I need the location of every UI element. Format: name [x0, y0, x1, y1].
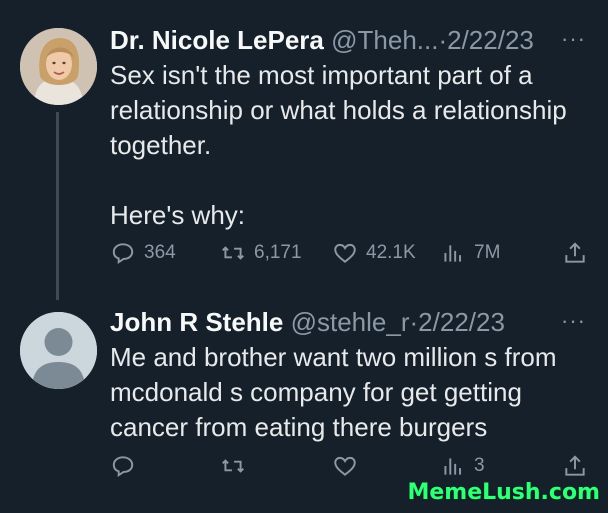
- more-options-button[interactable]: ···: [561, 26, 586, 52]
- views-icon: [444, 458, 462, 475]
- avatar-default[interactable]: [20, 312, 97, 389]
- retweet-count: 6,171: [254, 242, 302, 263]
- tweet-text: Sex isn't the most important part of a r…: [110, 58, 590, 233]
- views-button[interactable]: 3: [440, 453, 485, 479]
- tweet-date[interactable]: 2/22/23: [418, 307, 505, 337]
- retweet-icon: [222, 246, 244, 260]
- tweet-paragraph: Me and brother want two million s from m…: [110, 342, 557, 442]
- tweet-header: Dr. Nicole LePera @Theh...·2/22/23: [110, 25, 588, 55]
- author-name[interactable]: Dr. Nicole LePera: [110, 25, 324, 55]
- tweet-actions: 364 6,171 42.1K 7M: [110, 240, 588, 270]
- share-icon: [565, 455, 585, 476]
- share-button[interactable]: [562, 453, 588, 479]
- retweet-icon: [222, 459, 244, 473]
- avatar-nicole-lepera[interactable]: [20, 28, 97, 105]
- reply-button[interactable]: [110, 453, 136, 479]
- tweet-actions: 3: [110, 453, 588, 483]
- reply-icon: [112, 456, 134, 478]
- retweet-button[interactable]: 6,171: [220, 240, 302, 266]
- heart-icon: [334, 456, 356, 476]
- like-button[interactable]: 42.1K: [332, 240, 416, 266]
- heart-icon: [334, 243, 356, 263]
- reply-button[interactable]: 364: [110, 240, 176, 266]
- separator: ·: [438, 25, 448, 55]
- retweet-button[interactable]: [220, 453, 246, 479]
- tweet-header: John R Stehle @stehle_r·2/22/23: [110, 307, 588, 337]
- tweet-paragraph: Here's why:: [110, 200, 246, 230]
- tweet-date[interactable]: 2/22/23: [447, 25, 534, 55]
- like-button[interactable]: [332, 453, 358, 479]
- views-button[interactable]: 7M: [440, 240, 500, 266]
- share-icon: [565, 242, 585, 263]
- views-count: 3: [474, 455, 485, 476]
- watermark: MemeLush.com: [407, 480, 600, 505]
- like-count: 42.1K: [366, 242, 416, 263]
- more-options-button[interactable]: ···: [561, 308, 586, 334]
- reply-icon: [112, 243, 134, 265]
- author-handle[interactable]: @stehle_r: [291, 307, 410, 337]
- share-button[interactable]: [562, 240, 588, 266]
- author-name[interactable]: John R Stehle: [110, 307, 283, 337]
- tweet-text: Me and brother want two million s from m…: [110, 340, 590, 445]
- views-count: 7M: [474, 242, 501, 263]
- views-icon: [444, 245, 462, 262]
- tweet-original[interactable]: Dr. Nicole LePera @Theh...·2/22/23 ··· S…: [0, 0, 608, 300]
- tweet-paragraph: Sex isn't the most important part of a r…: [110, 60, 567, 160]
- reply-count: 364: [144, 242, 176, 263]
- author-handle[interactable]: @Theh...: [331, 25, 438, 55]
- thread-line: [56, 112, 59, 300]
- separator: ·: [409, 307, 419, 337]
